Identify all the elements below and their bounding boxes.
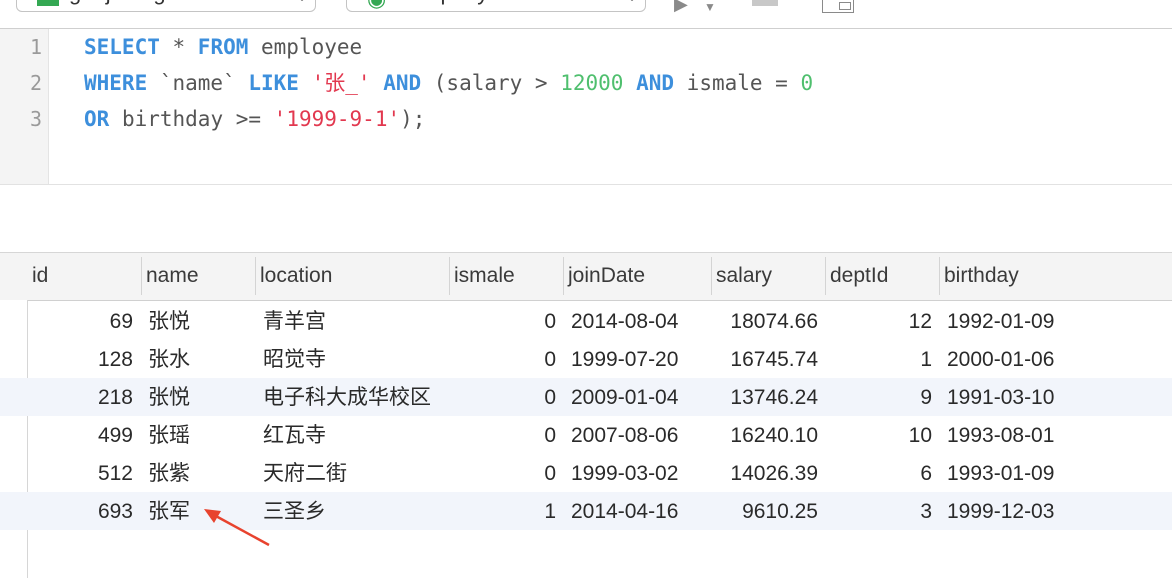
annotation-arrow-shaft — [213, 513, 270, 547]
annotation-arrow-head — [204, 509, 221, 523]
annotation-arrow-icon — [204, 509, 270, 547]
